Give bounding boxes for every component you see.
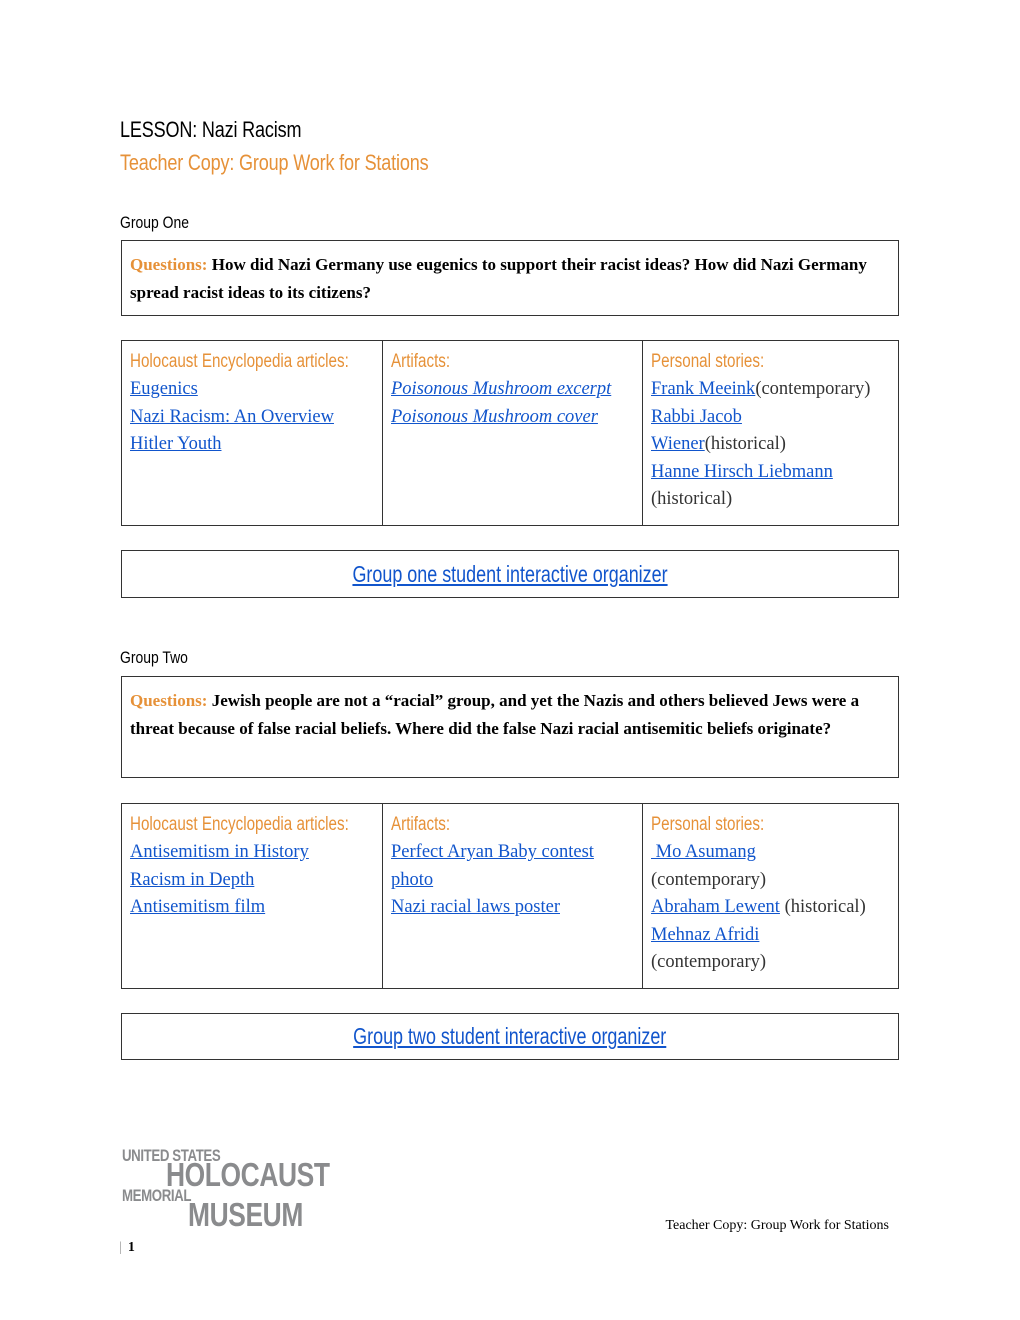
stories-column: Personal stories: Frank Meeink(contempor… (642, 341, 898, 525)
page-number: | 1 (119, 1240, 135, 1256)
story-note: (contemporary) (651, 952, 767, 972)
questions-text: Jewish people are not a “racial” group, … (130, 691, 860, 738)
logo-line-museum: MUSEUM (188, 1196, 303, 1233)
article-link-antisemitism-film[interactable]: Antisemitism film (130, 897, 265, 917)
story-note: (contemporary) (651, 869, 767, 890)
articles-header: Holocaust Encyclopedia articles: (130, 351, 349, 372)
artifact-link-poisonous-mushroom-cover[interactable]: Poisonous Mushroom cover (391, 407, 598, 427)
group-two-questions-box: Questions: Jewish people are not a “raci… (121, 676, 899, 778)
article-link-hitler-youth[interactable]: Hitler Youth (130, 434, 222, 454)
artifacts-header: Artifacts: (391, 814, 451, 835)
artifact-link-nazi-racial-laws-poster[interactable]: Nazi racial laws poster (391, 897, 560, 917)
stories-column: Personal stories: Mo Asumang (contempora… (642, 804, 898, 988)
group-one-organizer-link[interactable]: Group one student interactive organizer (352, 561, 667, 588)
group-two-heading: Group Two (120, 648, 188, 667)
article-link-nazi-racism-overview[interactable]: Nazi Racism: An Overview (130, 407, 334, 427)
artifacts-column: Artifacts: Perfect Aryan Baby contest ph… (382, 804, 642, 988)
story-note: (historical) (651, 489, 733, 509)
group-one-resources-table: Holocaust Encyclopedia articles: Eugenic… (121, 340, 899, 526)
articles-column: Holocaust Encyclopedia articles: Eugenic… (122, 341, 382, 525)
stories-header: Personal stories: (651, 814, 765, 835)
story-link-abraham-lewent[interactable]: Abraham Lewent (651, 897, 780, 917)
footer-doc-label: Teacher Copy: Group Work for Stations (665, 1218, 889, 1233)
article-link-antisemitism-in-history[interactable]: Antisemitism in History (130, 842, 309, 862)
document-subtitle: Teacher Copy: Group Work for Stations (120, 150, 429, 175)
story-note: (historical) (779, 897, 866, 917)
group-one-heading: Group One (120, 213, 189, 232)
logo-line-memorial: MEMORIAL (122, 1186, 192, 1205)
stories-header: Personal stories: (651, 351, 765, 372)
articles-header: Holocaust Encyclopedia articles: (130, 814, 349, 835)
story-link-hanne-hirsch-liebmann[interactable]: Hanne Hirsch Liebmann (651, 462, 833, 482)
group-two-resources-table: Holocaust Encyclopedia articles: Antisem… (121, 803, 899, 989)
article-link-racism-in-depth[interactable]: Racism in Depth (130, 870, 254, 890)
artifact-link-perfect-aryan-baby-photo-cont[interactable]: photo (391, 870, 433, 890)
story-note: (historical) (704, 434, 786, 454)
story-link-rabbi-jacob-wiener[interactable]: Rabbi Jacob (651, 407, 742, 427)
artifacts-header: Artifacts: (391, 351, 451, 372)
questions-label: Questions: (130, 255, 208, 274)
story-link-frank-meeink[interactable]: Frank Meeink (651, 379, 755, 399)
group-two-organizer-link[interactable]: Group two student interactive organizer (353, 1023, 666, 1050)
artifact-link-perfect-aryan-baby-photo[interactable]: Perfect Aryan Baby contest (391, 842, 594, 862)
group-one-organizer-box: Group one student interactive organizer (121, 550, 899, 598)
story-link-rabbi-jacob-wiener-cont[interactable]: Wiener (651, 434, 705, 454)
page-number-divider: | (119, 1240, 122, 1255)
artifact-link-poisonous-mushroom-excerpt[interactable]: Poisonous Mushroom excerpt (391, 379, 611, 399)
story-link-mehnaz-afridi[interactable]: Mehnaz Afridi (651, 925, 759, 945)
questions-label: Questions: (130, 691, 208, 710)
story-link-mo-asumang[interactable]: Mo Asumang (651, 842, 756, 862)
ushmm-logo: UNITED STATES HOLOCAUST MEMORIAL MUSEUM (122, 1146, 330, 1236)
questions-text: How did Nazi Germany use eugenics to sup… (130, 255, 867, 302)
articles-column: Holocaust Encyclopedia articles: Antisem… (122, 804, 382, 988)
article-link-eugenics[interactable]: Eugenics (130, 379, 198, 399)
page-number-value: 1 (127, 1240, 135, 1255)
artifacts-column: Artifacts: Poisonous Mushroom excerpt Po… (382, 341, 642, 525)
group-one-questions-box: Questions: How did Nazi Germany use euge… (121, 240, 899, 316)
group-two-organizer-box: Group two student interactive organizer (121, 1013, 899, 1060)
story-note: (contemporary) (755, 379, 871, 399)
lesson-title: LESSON: Nazi Racism (120, 117, 302, 142)
